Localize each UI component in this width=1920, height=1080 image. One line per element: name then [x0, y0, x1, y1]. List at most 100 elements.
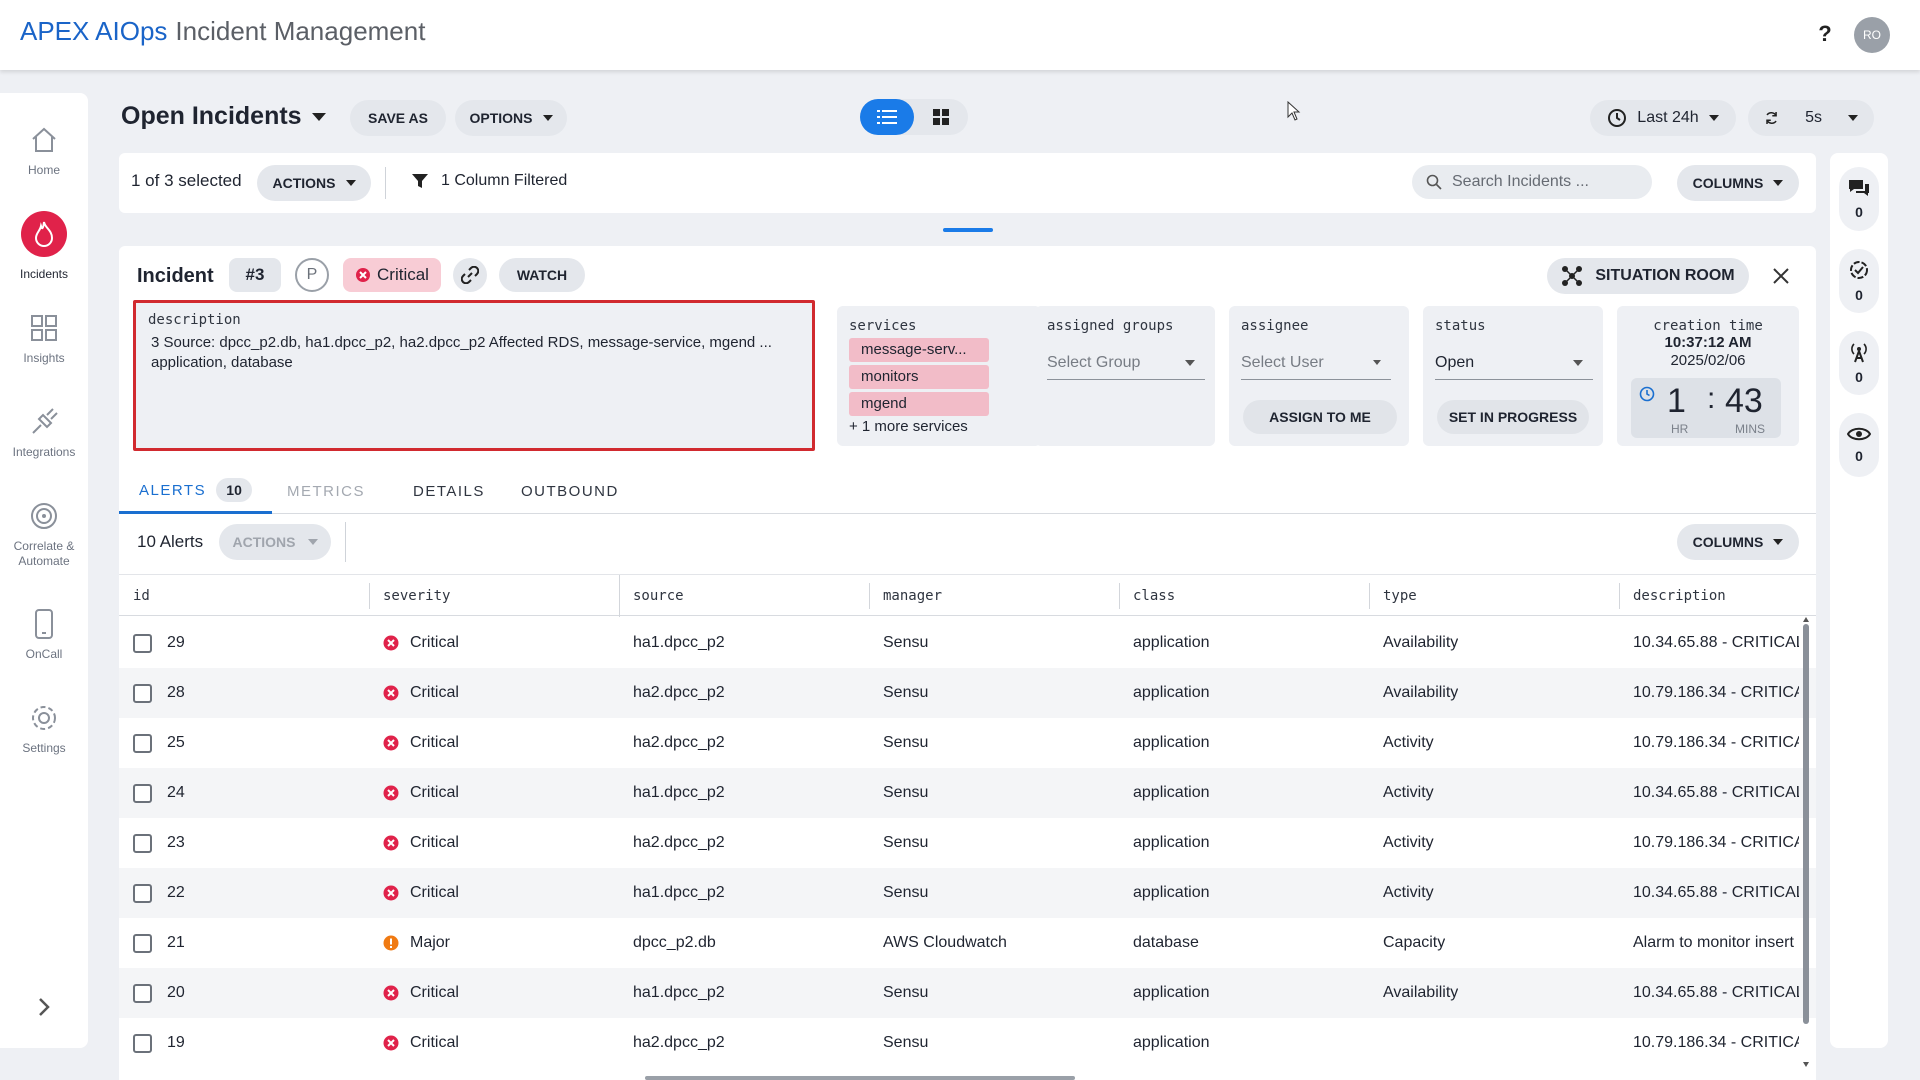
nav-item-home[interactable]: Home [0, 123, 88, 177]
right-rail: 0 0 0 0 [1830, 153, 1888, 1048]
help-button[interactable]: ? [1812, 18, 1838, 48]
tab-metrics[interactable]: METRICS [287, 469, 365, 514]
alerts-columns-button[interactable]: COLUMNS [1677, 524, 1799, 560]
app-brand: APEX AIOps Incident Management [20, 16, 425, 47]
table-row[interactable]: 28 Critical ha2.dpcc_p2 Sensu applicatio… [119, 668, 1816, 718]
rail-watchers-button[interactable]: 0 [1839, 413, 1879, 477]
table-row[interactable]: 29 Critical ha1.dpcc_p2 Sensu applicatio… [119, 618, 1816, 668]
time-range-dropdown[interactable]: Last 24h [1590, 100, 1736, 136]
status-select[interactable]: Open [1435, 346, 1593, 380]
user-avatar[interactable]: RO [1854, 17, 1890, 53]
incident-actions-button[interactable]: ACTIONS [257, 165, 371, 201]
expand-nav-button[interactable] [30, 993, 58, 1021]
column-header-type[interactable]: type [1383, 575, 1417, 617]
group-select[interactable]: Select Group [1047, 346, 1205, 380]
cell-id: 29 [167, 634, 185, 651]
column-filter-indicator[interactable]: 1 Column Filtered [411, 172, 567, 190]
refresh-interval-dropdown[interactable]: 5s [1748, 100, 1874, 136]
nav-item-correlate[interactable]: Correlate & Automate [0, 499, 88, 569]
rail-tasks-button[interactable]: 0 [1839, 249, 1879, 313]
rail-tasks-count: 0 [1855, 287, 1863, 303]
copy-link-button[interactable] [453, 258, 487, 292]
panel-resize-handle[interactable] [943, 228, 993, 232]
service-tag[interactable]: mgend [849, 392, 989, 416]
column-header-severity[interactable]: severity [383, 575, 450, 617]
watch-button[interactable]: WATCH [499, 258, 585, 292]
column-header-source[interactable]: source [633, 575, 684, 617]
broadcast-icon [1851, 343, 1867, 363]
search-incidents-input[interactable] [1452, 173, 1632, 191]
severity-label: Critical [377, 265, 429, 284]
vertical-scrollbar-thumb[interactable] [1803, 624, 1809, 1024]
tab-outbound[interactable]: OUTBOUND [521, 469, 619, 514]
table-row[interactable]: 25 Critical ha2.dpcc_p2 Sensu applicatio… [119, 718, 1816, 768]
nav-item-incidents[interactable]: Incidents [0, 211, 88, 281]
column-header-class[interactable]: class [1133, 575, 1175, 617]
phone-icon [27, 607, 61, 641]
table-row[interactable]: 21 Major dpcc_p2.db AWS Cloudwatch datab… [119, 918, 1816, 968]
column-header-description[interactable]: description [1633, 575, 1726, 617]
row-checkbox[interactable] [133, 784, 152, 803]
row-checkbox[interactable] [133, 734, 152, 753]
save-as-button[interactable]: SAVE AS [350, 100, 446, 136]
nav-item-insights[interactable]: Insights [0, 311, 88, 365]
row-checkbox[interactable] [133, 634, 152, 653]
grid-view-button[interactable] [914, 99, 968, 135]
tab-metrics-label: METRICS [287, 483, 365, 500]
row-checkbox[interactable] [133, 984, 152, 1003]
more-services-link[interactable]: + 1 more services [849, 418, 968, 435]
table-row[interactable]: 19 Critical ha2.dpcc_p2 Sensu applicatio… [119, 1018, 1816, 1068]
nav-item-integrations[interactable]: Integrations [0, 405, 88, 459]
column-header-id[interactable]: id [133, 575, 150, 617]
horizontal-scrollbar-thumb[interactable] [645, 1076, 1075, 1080]
assign-to-me-button[interactable]: ASSIGN TO ME [1243, 400, 1397, 434]
rail-chat-button[interactable]: 0 [1839, 167, 1879, 231]
table-row[interactable]: 24 Critical ha1.dpcc_p2 Sensu applicatio… [119, 768, 1816, 818]
cell-type: Activity [1383, 884, 1434, 901]
cell-manager: Sensu [883, 834, 929, 851]
cell-id: 23 [167, 834, 185, 851]
row-checkbox[interactable] [133, 834, 152, 853]
cell-description: 10.34.65.88 - CRITICAL [1633, 784, 1799, 801]
creation-time-title: creation time [1653, 318, 1763, 334]
nav-item-settings[interactable]: Settings [0, 701, 88, 755]
cell-class: application [1133, 634, 1210, 651]
cell-id: 22 [167, 884, 185, 901]
cell-severity: Critical [410, 884, 459, 901]
incident-label: Incident [137, 265, 214, 287]
row-checkbox[interactable] [133, 1034, 152, 1053]
alerts-actions-button[interactable]: ACTIONS [219, 524, 331, 560]
tab-alerts[interactable]: ALERTS 10 [119, 469, 273, 514]
row-checkbox[interactable] [133, 884, 152, 903]
page-title-dropdown[interactable]: Open Incidents [121, 102, 326, 131]
service-tag[interactable]: message-serv... [849, 338, 989, 362]
nav-item-oncall[interactable]: OnCall [0, 607, 88, 661]
cell-source: ha1.dpcc_p2 [633, 884, 725, 901]
table-row[interactable]: 22 Critical ha1.dpcc_p2 Sensu applicatio… [119, 868, 1816, 918]
column-header-manager[interactable]: manager [883, 575, 942, 617]
timer-minutes: 43 [1725, 382, 1763, 420]
assignee-select[interactable]: Select User [1241, 346, 1391, 380]
assigned-groups-title: assigned groups [1047, 318, 1174, 334]
close-icon[interactable] [1767, 262, 1795, 290]
situation-room-button[interactable]: SITUATION ROOM [1547, 258, 1749, 294]
options-button[interactable]: OPTIONS [455, 100, 567, 136]
row-checkbox[interactable] [133, 934, 152, 953]
description-card[interactable]: description 3 Source: dpcc_p2.db, ha1.dp… [133, 300, 815, 451]
actions-label: ACTIONS [272, 175, 336, 191]
grid-icon [27, 311, 61, 345]
column-separator [1369, 583, 1370, 609]
row-checkbox[interactable] [133, 684, 152, 703]
grid-icon [933, 109, 949, 125]
tab-details[interactable]: DETAILS [413, 469, 485, 514]
rail-broadcast-button[interactable]: 0 [1839, 331, 1879, 395]
search-incidents-field[interactable] [1412, 165, 1652, 199]
chevron-down-icon [345, 180, 356, 186]
service-tag[interactable]: monitors [849, 365, 989, 389]
table-row[interactable]: 20 Critical ha1.dpcc_p2 Sensu applicatio… [119, 968, 1816, 1018]
incident-columns-button[interactable]: COLUMNS [1677, 165, 1799, 201]
column-filter-label: 1 Column Filtered [441, 172, 568, 189]
list-view-button[interactable] [860, 99, 914, 135]
set-in-progress-button[interactable]: SET IN PROGRESS [1437, 400, 1589, 434]
table-row[interactable]: 23 Critical ha2.dpcc_p2 Sensu applicatio… [119, 818, 1816, 868]
